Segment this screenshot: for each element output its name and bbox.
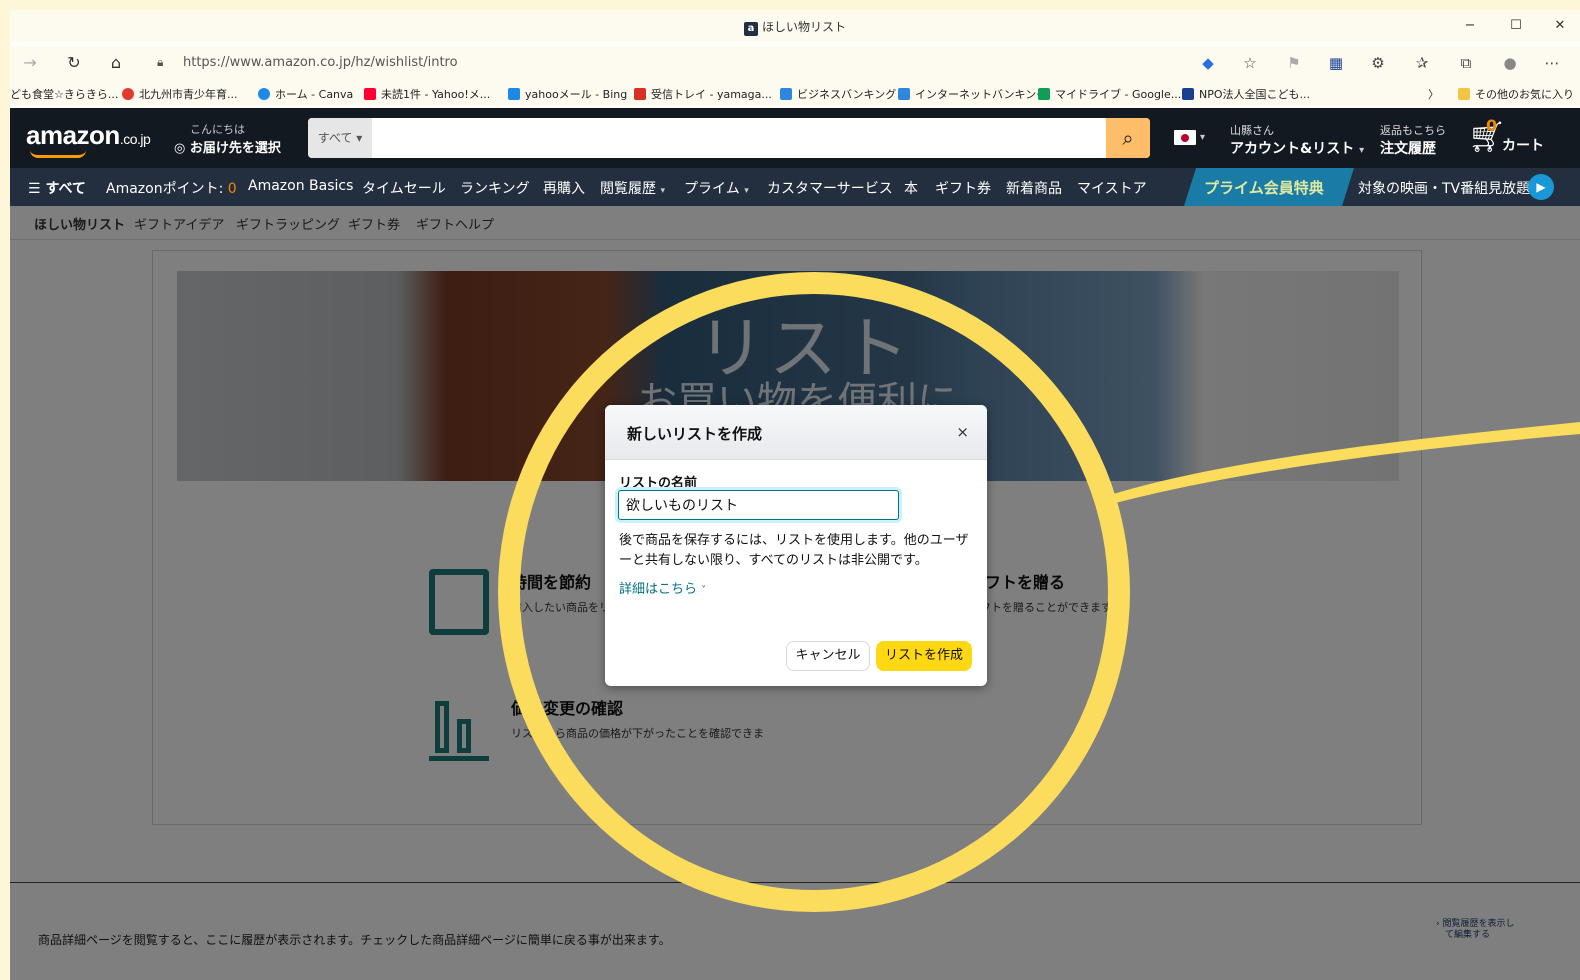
amazon-favicon-icon: a — [743, 22, 758, 36]
prime-video-link[interactable]: 対象の映画・TV番組見放題 — [1358, 178, 1530, 198]
japan-flag-icon[interactable] — [1174, 130, 1196, 145]
bookmark-item[interactable]: ども食堂☆きらきら... — [10, 86, 118, 102]
prime-benefits-banner[interactable]: プライム会員特典 — [1184, 168, 1354, 206]
hamburger-icon: ☰ — [28, 181, 41, 197]
url-text: https://www.amazon.co.jp/hz/wishlist/int… — [183, 55, 458, 70]
gmail-icon — [634, 88, 646, 100]
favorite-star-icon[interactable]: ☆ — [1238, 51, 1262, 75]
profile-avatar-icon[interactable]: ● — [1498, 51, 1522, 75]
lock-icon: 🔒︎ — [157, 55, 164, 69]
bookmark-item[interactable]: 受信トレイ - yamaga... — [634, 86, 772, 102]
google-drive-icon — [1038, 88, 1050, 100]
read-aloud-icon[interactable]: ⚑ — [1282, 51, 1306, 75]
bing-icon — [508, 88, 520, 100]
nav-gift-card[interactable]: ギフト券 — [935, 178, 991, 198]
account-lists[interactable]: 山縣さん アカウント&リスト ▾ — [1230, 122, 1364, 158]
cart-count: 0 — [1486, 116, 1498, 135]
nav-my-store[interactable]: マイストア — [1077, 178, 1147, 198]
canva-icon — [258, 88, 270, 100]
window-title: a ほしい物リスト — [10, 18, 1580, 36]
nav-new-items[interactable]: 新着商品 — [1006, 178, 1062, 198]
all-menu[interactable]: ☰ すべて — [28, 178, 86, 198]
nav-rebuy[interactable]: 再購入 — [543, 178, 585, 198]
amazon-logo[interactable]: amazon.co.jp — [26, 120, 151, 158]
nav-books[interactable]: 本 — [904, 178, 918, 198]
bookmark-item[interactable]: ビジネスバンキング — [780, 86, 896, 102]
search-icon[interactable]: ⌕ — [1106, 118, 1150, 158]
deliver-to[interactable]: こんにちは ◎ お届け先を選択 — [174, 121, 281, 156]
returns-orders[interactable]: 返品もこちら 注文履歴 — [1380, 122, 1446, 158]
bookmark-item[interactable]: 北九州市青少年育... — [122, 86, 238, 102]
bank-icon — [780, 88, 792, 100]
highlight-circle — [498, 272, 1130, 912]
chevron-down-icon: ▾ — [1200, 132, 1206, 143]
search-bar: すべて ▾ ⌕ — [308, 118, 1150, 158]
nav-prime[interactable]: プライム ▾ — [684, 178, 749, 198]
home-icon[interactable]: ⌂ — [104, 51, 128, 75]
nav-ranking[interactable]: ランキング — [460, 178, 530, 198]
bookmarks-chevron-icon[interactable]: 〉 — [1428, 86, 1439, 102]
bookmark-item[interactable]: マイドライブ - Google... — [1038, 86, 1181, 102]
bookmark-item[interactable]: ホーム - Canva — [258, 86, 353, 102]
amazon-smile-icon — [30, 150, 86, 158]
nav-timesale[interactable]: タイムセール — [362, 178, 446, 198]
bank-icon — [898, 88, 910, 100]
extension-icon[interactable]: ◆ — [1196, 51, 1220, 75]
url-field[interactable]: 🔒︎ https://www.amazon.co.jp/hz/wishlist/… — [143, 49, 1223, 77]
play-icon[interactable]: ▶ — [1528, 174, 1554, 200]
refresh-icon[interactable]: ↻ — [62, 51, 86, 75]
cart[interactable]: 0 🛒︎ カート — [1468, 116, 1544, 155]
annotation-pointer — [1100, 422, 1580, 506]
favorites-icon[interactable]: ✰ — [1410, 51, 1434, 75]
more-menu-icon[interactable]: ⋯ — [1540, 51, 1564, 75]
bookmark-favicon-icon — [122, 88, 134, 100]
nav-customer-service[interactable]: カスタマーサービス — [767, 178, 893, 198]
nav-history[interactable]: 閲覧履歴 ▾ — [600, 178, 665, 198]
npo-icon — [1182, 88, 1194, 100]
collections-icon[interactable]: ⧉ — [1454, 51, 1478, 75]
amazon-nav: ☰ すべて Amazonポイント: 0 Amazon Basics タイムセール… — [10, 168, 1580, 206]
minimize-icon[interactable]: − — [1460, 16, 1480, 36]
other-favorites[interactable]: その他のお気に入り — [1458, 86, 1574, 102]
bookmark-item[interactable]: NPO法人全国こども... — [1182, 86, 1310, 102]
address-bar: → ↻ ⌂ 🔒︎ https://www.amazon.co.jp/hz/wis… — [10, 46, 1580, 80]
maximize-icon[interactable]: ☐ — [1506, 16, 1526, 36]
bookmark-item[interactable]: yahooメール - Bing — [508, 86, 627, 102]
folder-icon — [1458, 88, 1470, 100]
extensions-icon[interactable]: ⚙ — [1366, 51, 1390, 75]
bookmark-item[interactable]: インターネットバンキング — [898, 86, 1047, 102]
translate-icon[interactable]: ▦ — [1324, 51, 1348, 75]
nav-points[interactable]: Amazonポイント: 0 — [106, 178, 237, 198]
location-pin-icon: ◎ — [174, 141, 186, 156]
search-category-select[interactable]: すべて ▾ — [308, 118, 372, 158]
bookmarks-bar: ども食堂☆きらきら... 北九州市青少年育... ホーム - Canva 未読1… — [10, 80, 1580, 106]
browser-window: a ほしい物リスト − ☐ ✕ → ↻ ⌂ 🔒︎ https://www.amaz… — [10, 10, 1580, 980]
close-window-icon[interactable]: ✕ — [1550, 16, 1570, 36]
bookmark-item[interactable]: 未読1件 - Yahoo!メ... — [364, 86, 490, 102]
yahoo-icon — [364, 88, 376, 100]
nav-amazon-basics[interactable]: Amazon Basics — [248, 178, 353, 194]
amazon-header: amazon.co.jp こんにちは ◎ お届け先を選択 すべて ▾ ⌕ ▾ 山… — [10, 108, 1580, 168]
title-bar: a ほしい物リスト − ☐ ✕ — [10, 10, 1580, 42]
forward-icon[interactable]: → — [18, 51, 42, 75]
